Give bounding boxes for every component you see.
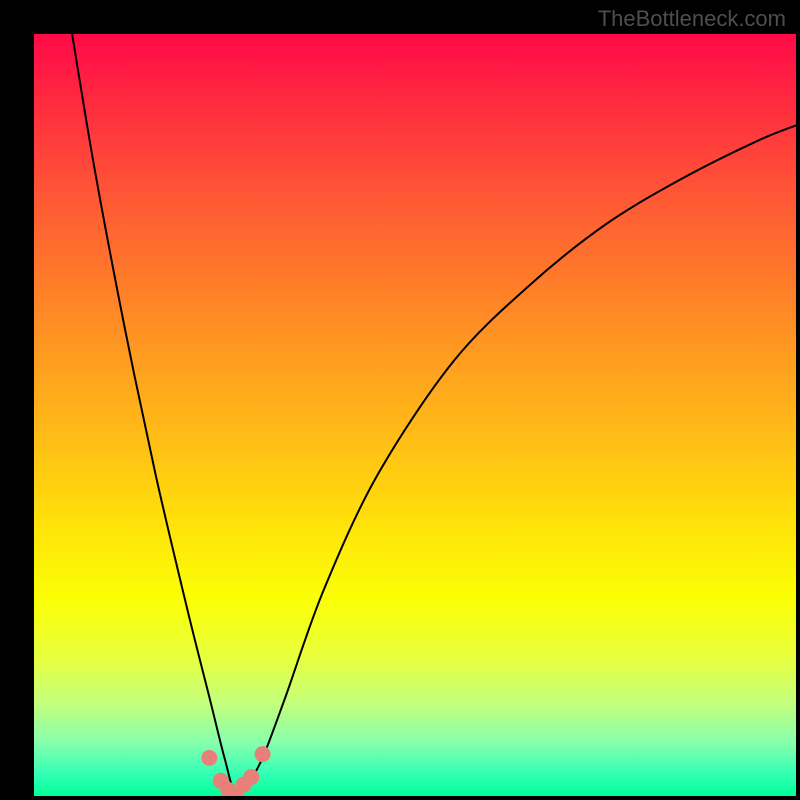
chart-container: TheBottleneck.com	[0, 0, 800, 800]
marker-point	[243, 769, 259, 785]
bottleneck-curve	[72, 34, 796, 796]
watermark-label: TheBottleneck.com	[598, 6, 786, 32]
marker-point	[201, 750, 217, 766]
marker-point	[255, 746, 271, 762]
marker-cluster	[201, 746, 270, 796]
plot-area	[34, 34, 796, 796]
curve-layer	[34, 34, 796, 796]
